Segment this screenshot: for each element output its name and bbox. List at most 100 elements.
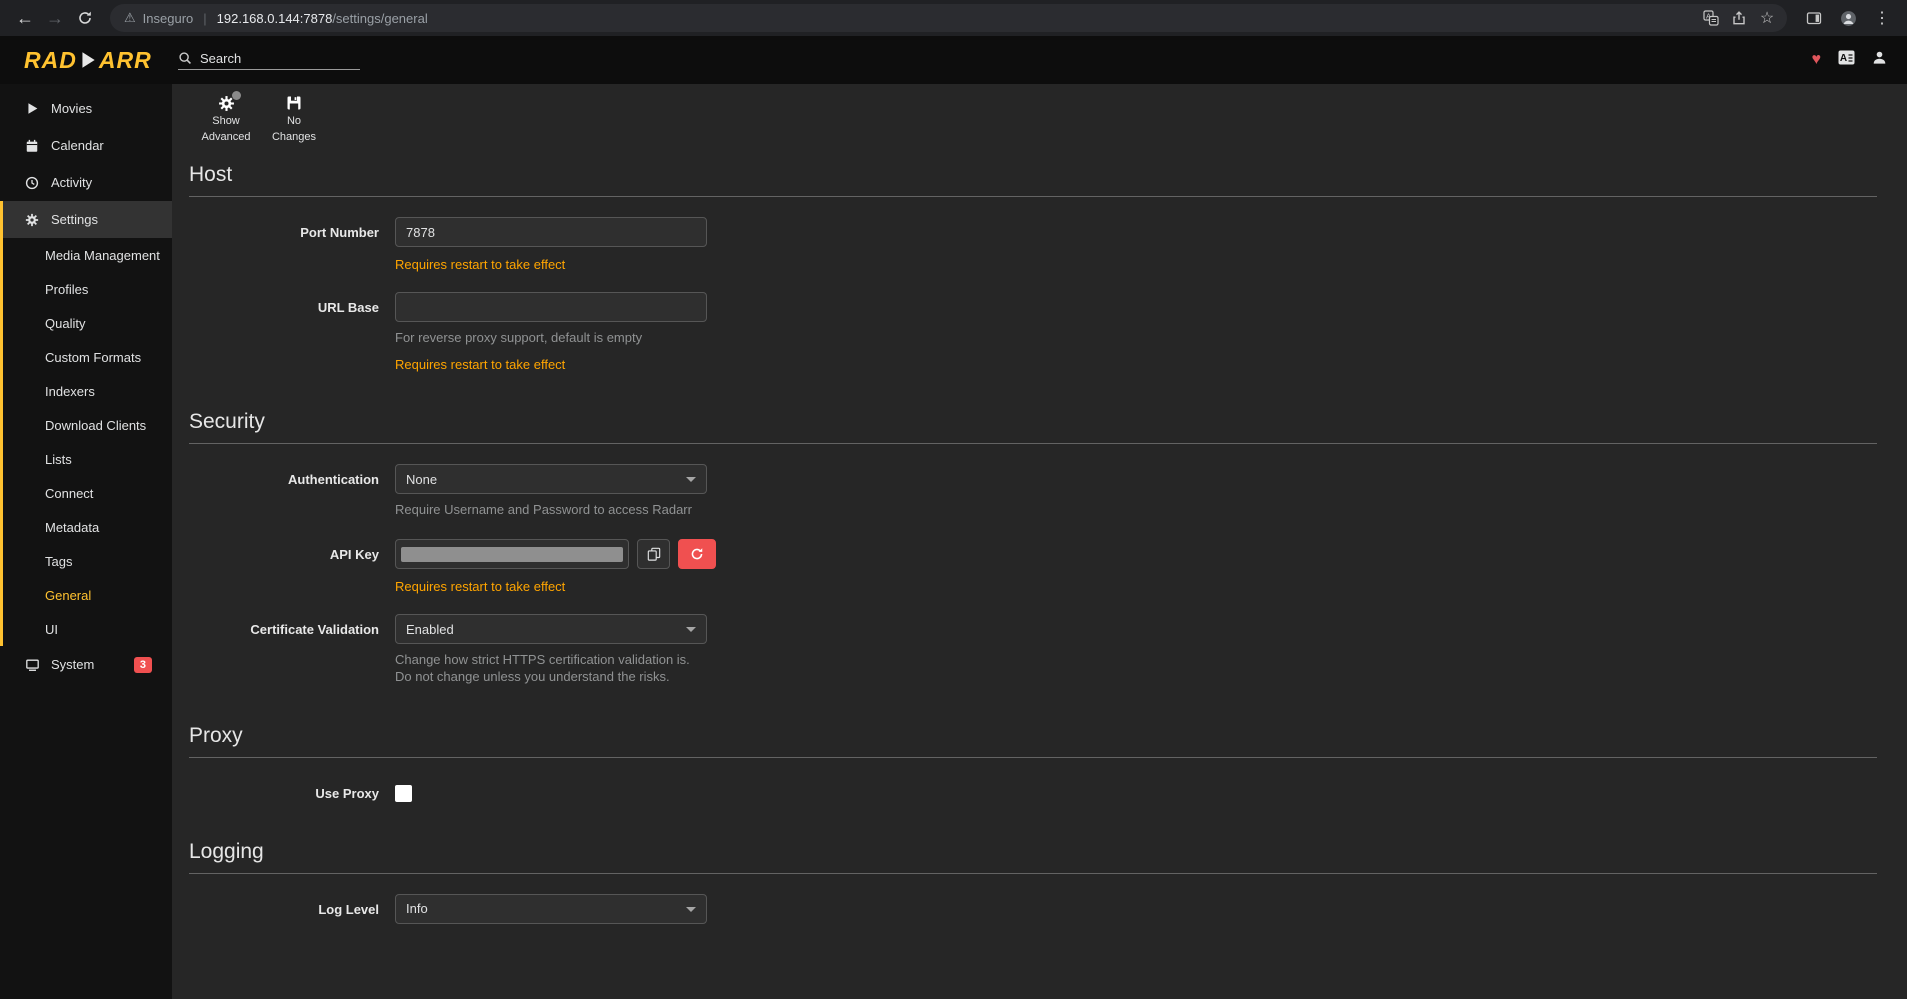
regenerate-api-key-button[interactable] <box>678 539 716 569</box>
sidebar-label: Calendar <box>51 138 104 153</box>
url-path: /settings/general <box>332 11 427 26</box>
sidebar-item-metadata[interactable]: Metadata <box>3 510 172 544</box>
sidebar-settings-group: Settings Media Management Profiles Quali… <box>0 201 172 646</box>
certificate-validation-label: Certificate Validation <box>189 614 395 637</box>
toolbar-label: Advanced <box>202 131 251 144</box>
port-restart-warning: Requires restart to take effect <box>395 257 707 272</box>
sidebar: Movies Calendar Activity <box>0 84 172 999</box>
sidebar-item-calendar[interactable]: Calendar <box>0 127 172 164</box>
certificate-validation-help: Change how strict HTTPS certification va… <box>395 652 707 686</box>
browser-menu-icon[interactable]: ⋮ <box>1867 3 1897 33</box>
browser-actions: ⋮ <box>1799 3 1897 33</box>
section-rule <box>189 443 1877 444</box>
sidebar-item-quality[interactable]: Quality <box>3 306 172 340</box>
translate-icon[interactable]: A <box>1697 6 1725 30</box>
authentication-label: Authentication <box>189 464 395 487</box>
sidebar-item-general[interactable]: General <box>3 578 172 612</box>
reload-icon[interactable] <box>70 3 100 33</box>
form-row-url-base: URL Base For reverse proxy support, defa… <box>189 292 1877 372</box>
address-bar[interactable]: ⚠ Inseguro | 192.168.0.144:7878/settings… <box>110 4 1787 32</box>
save-changes-button[interactable]: No Changes <box>267 94 321 143</box>
search-box[interactable] <box>178 51 360 70</box>
sidebar-item-media-management[interactable]: Media Management <box>3 238 172 272</box>
sidebar-item-tags[interactable]: Tags <box>3 544 172 578</box>
authentication-value: None <box>406 472 437 487</box>
calendar-icon <box>24 139 40 153</box>
sidebar-item-indexers[interactable]: Indexers <box>3 374 172 408</box>
translate-app-icon[interactable]: A <box>1838 50 1855 70</box>
port-number-input[interactable] <box>395 217 707 247</box>
sidebar-item-connect[interactable]: Connect <box>3 476 172 510</box>
api-key-hidden-value <box>401 547 623 562</box>
logo-text-left: RAD <box>24 47 77 74</box>
api-key-label: API Key <box>189 539 395 562</box>
sidebar-item-custom-formats[interactable]: Custom Formats <box>3 340 172 374</box>
sidebar-item-ui[interactable]: UI <box>3 612 172 646</box>
save-icon <box>284 94 304 112</box>
sync-icon <box>690 547 704 561</box>
url-base-input[interactable] <box>395 292 707 322</box>
sidebar-item-lists[interactable]: Lists <box>3 442 172 476</box>
sidebar-item-movies[interactable]: Movies <box>0 90 172 127</box>
section-title-host: Host <box>189 163 1877 187</box>
form-row-log-level: Log Level Info <box>189 894 1877 924</box>
system-health-badge: 3 <box>134 657 152 673</box>
section-title-logging: Logging <box>189 840 1877 864</box>
toolbar-label: No <box>287 115 301 128</box>
authentication-select[interactable]: None <box>395 464 707 494</box>
log-level-label: Log Level <box>189 894 395 917</box>
url-host: 192.168.0.144:7878 <box>217 11 333 26</box>
share-icon[interactable] <box>1725 6 1753 30</box>
use-proxy-checkbox[interactable] <box>395 785 412 802</box>
sidebar-item-download-clients[interactable]: Download Clients <box>3 408 172 442</box>
section-rule <box>189 757 1877 758</box>
side-panel-icon[interactable] <box>1799 3 1829 33</box>
user-icon[interactable] <box>1872 50 1887 70</box>
page-toolbar: Show Advanced No Changes <box>189 84 1877 147</box>
sidebar-item-settings[interactable]: Settings <box>3 201 172 238</box>
search-input[interactable] <box>200 51 340 66</box>
log-level-select[interactable]: Info <box>395 894 707 924</box>
sidebar-item-profiles[interactable]: Profiles <box>3 272 172 306</box>
sidebar-item-system[interactable]: System 3 <box>0 646 172 683</box>
sidebar-label: Activity <box>51 175 92 190</box>
bookmark-star-icon[interactable]: ☆ <box>1753 6 1781 30</box>
radarr-logo[interactable]: RAD ARR <box>0 47 172 74</box>
forward-icon[interactable]: → <box>40 3 70 33</box>
chevron-down-icon <box>686 627 696 632</box>
app-header: RAD ARR ♥ A <box>0 36 1907 84</box>
monitor-icon <box>24 658 40 672</box>
clipboard-icon <box>647 547 661 561</box>
sidebar-item-activity[interactable]: Activity <box>0 164 172 201</box>
header-icons: ♥ A <box>1812 50 1907 70</box>
sidebar-label: System <box>51 657 94 672</box>
section-rule <box>189 196 1877 197</box>
donate-heart-icon[interactable]: ♥ <box>1812 51 1822 69</box>
api-key-input[interactable] <box>395 539 629 569</box>
section-title-security: Security <box>189 410 1877 434</box>
url-base-help: For reverse proxy support, default is em… <box>395 330 707 347</box>
back-icon[interactable]: ← <box>10 3 40 33</box>
not-secure-icon: ⚠ <box>124 10 136 26</box>
form-row-api-key: API Key <box>189 539 1877 594</box>
form-row-certificate-validation: Certificate Validation Enabled Change ho… <box>189 614 1877 686</box>
section-proxy: Proxy Use Proxy <box>189 724 1877 802</box>
search-icon <box>178 51 192 65</box>
use-proxy-label: Use Proxy <box>189 778 395 801</box>
svg-text:A: A <box>1840 53 1847 64</box>
api-key-group <box>395 539 716 569</box>
profile-avatar-icon[interactable] <box>1833 3 1863 33</box>
logo-play-icon <box>79 50 97 70</box>
copy-api-key-button[interactable] <box>637 539 670 569</box>
section-host: Host Port Number Requires restart to tak… <box>189 163 1877 372</box>
section-logging: Logging Log Level Info <box>189 840 1877 924</box>
sidebar-label: Movies <box>51 101 92 116</box>
advanced-badge-dot <box>232 91 241 100</box>
section-security: Security Authentication None Require Use… <box>189 410 1877 686</box>
form-row-authentication: Authentication None Require Username and… <box>189 464 1877 519</box>
certificate-validation-select[interactable]: Enabled <box>395 614 707 644</box>
section-title-proxy: Proxy <box>189 724 1877 748</box>
show-advanced-button[interactable]: Show Advanced <box>199 94 253 143</box>
movies-play-icon <box>24 102 40 115</box>
api-key-restart-warning: Requires restart to take effect <box>395 579 716 594</box>
